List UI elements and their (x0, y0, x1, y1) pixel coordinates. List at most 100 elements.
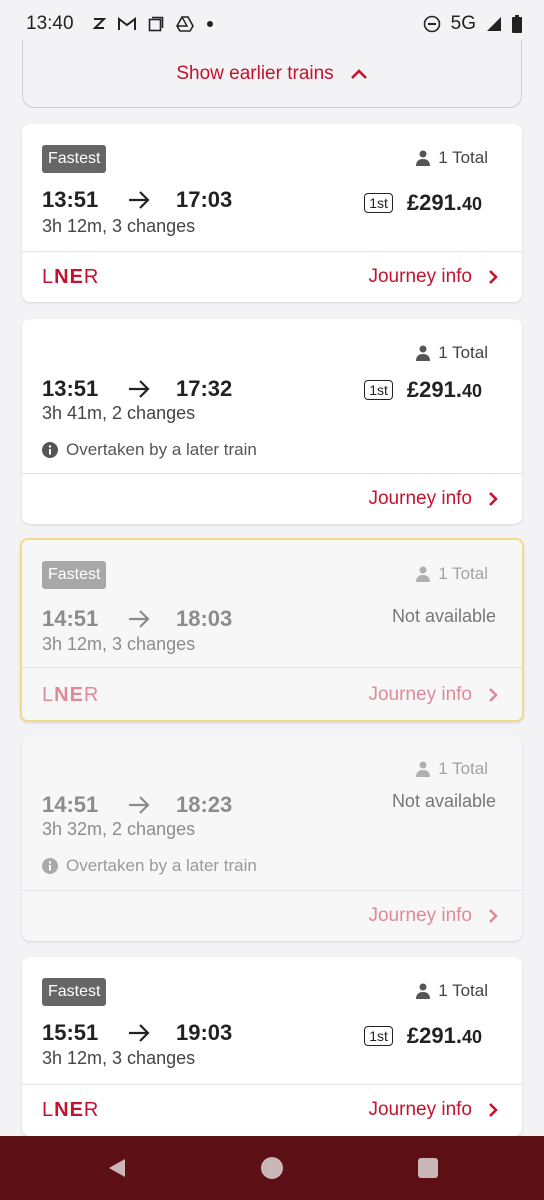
arrow-right-icon (129, 1024, 150, 1042)
passenger-count: 1 Total (416, 981, 488, 1001)
passenger-count: 1 Total (416, 343, 488, 363)
fare-class-badge: 1st (364, 1026, 393, 1046)
fare-class-badge: 1st (364, 193, 393, 213)
duration-changes: 3h 12m, 3 changes (42, 216, 196, 236)
arrival-time: 18:23 (176, 792, 233, 817)
journey-card[interactable]: 1 Total 14:51 18:23 3h 32m, 2 changes No… (22, 735, 522, 941)
dot-icon (206, 20, 214, 28)
arrival-time: 17:03 (176, 187, 233, 212)
fare-price: £291.40 (407, 377, 482, 403)
system-nav-bar (0, 1136, 544, 1200)
passenger-label: 1 Total (438, 564, 488, 583)
passenger-label: 1 Total (438, 148, 488, 167)
person-icon (416, 761, 431, 777)
passenger-count: 1 Total (416, 564, 488, 584)
arrival-time: 18:03 (176, 606, 233, 631)
operator-logo: LNER (42, 1099, 100, 1121)
chevron-right-icon (489, 1103, 498, 1117)
chevron-right-icon (489, 909, 498, 923)
fare-price: £291.40 (407, 190, 482, 216)
fare: 1st £291.40 (364, 190, 482, 216)
fare-class-badge: 1st (364, 380, 393, 400)
home-button[interactable] (242, 1136, 302, 1200)
passenger-label: 1 Total (438, 343, 488, 362)
passenger-count: 1 Total (416, 759, 488, 779)
info-icon (42, 442, 58, 458)
show-earlier-trains-button[interactable]: Show earlier trains (22, 40, 522, 108)
price-pounds: £291. (406, 1023, 462, 1048)
square-icon (148, 16, 164, 32)
journey-info-link[interactable]: Journey info (368, 1099, 498, 1121)
fastest-badge: Fastest (42, 978, 107, 1006)
arrow-right-icon (129, 610, 150, 628)
journey-info-label: Journey info (368, 684, 472, 705)
note-text: Overtaken by a later train (66, 440, 257, 459)
price-pence: 40 (461, 194, 482, 214)
drive-icon (175, 16, 194, 32)
price-pence: 40 (461, 1027, 482, 1047)
chevron-right-icon (489, 492, 498, 506)
divider (22, 1084, 522, 1085)
divider (22, 473, 522, 474)
overtaken-note: Overtaken by a later train (42, 440, 257, 460)
note-text: Overtaken by a later train (66, 856, 257, 875)
passenger-label: 1 Total (438, 981, 488, 1000)
arrival-time: 19:03 (176, 1020, 233, 1045)
journey-card[interactable]: Fastest 1 Total 14:51 18:03 3h 12m, 3 ch… (20, 538, 524, 722)
info-icon (42, 858, 58, 874)
recents-button[interactable] (398, 1136, 458, 1200)
chevron-right-icon (489, 688, 498, 702)
battery-icon (512, 15, 522, 33)
chevron-up-icon (350, 68, 367, 79)
overtaken-note: Overtaken by a later train (42, 856, 257, 876)
availability-status: Not available (391, 606, 496, 626)
arrival-time: 17:32 (176, 376, 233, 401)
divider (22, 251, 522, 252)
fastest-badge: Fastest (42, 145, 107, 173)
arrow-right-icon (129, 796, 150, 814)
journey-info-label: Journey info (368, 905, 472, 926)
duration-changes: 3h 32m, 2 changes (42, 819, 196, 839)
show-earlier-label: Show earlier trains (176, 62, 334, 84)
back-button[interactable] (86, 1136, 146, 1200)
do-not-disturb-icon (423, 15, 441, 33)
fastest-badge: Fastest (42, 561, 107, 589)
departure-time: 15:51 (42, 1020, 99, 1045)
operator-logo: LNER (42, 684, 100, 706)
journey-times: 14:51 18:03 (42, 606, 232, 632)
passenger-count: 1 Total (416, 148, 488, 168)
chevron-right-icon (489, 270, 498, 284)
signal-icon (486, 16, 502, 32)
duration-changes: 3h 12m, 3 changes (42, 1048, 196, 1068)
gmail-icon (117, 17, 136, 31)
fare: 1st £291.40 (364, 1023, 482, 1049)
journey-card[interactable]: 1 Total 13:51 17:32 3h 41m, 2 changes 1s… (22, 319, 522, 524)
departure-time: 13:51 (42, 187, 99, 212)
zeta-icon (92, 17, 106, 31)
fare-price: £291.40 (407, 1023, 482, 1049)
journey-card[interactable]: Fastest 1 Total 13:51 17:03 3h 12m, 3 ch… (22, 124, 522, 302)
departure-time: 14:51 (42, 792, 99, 817)
journey-info-label: Journey info (368, 1099, 472, 1120)
network-type: 5G (450, 13, 476, 34)
person-icon (416, 150, 431, 166)
duration-changes: 3h 12m, 3 changes (42, 634, 196, 654)
journey-info-link[interactable]: Journey info (368, 905, 498, 927)
journey-info-label: Journey info (368, 488, 472, 509)
journey-info-link[interactable]: Journey info (368, 488, 498, 510)
journey-info-link[interactable]: Journey info (368, 684, 498, 706)
back-icon (109, 1159, 125, 1177)
recents-icon (418, 1158, 438, 1178)
arrow-right-icon (129, 191, 150, 209)
journey-card[interactable]: Fastest 1 Total 15:51 19:03 3h 12m, 3 ch… (22, 957, 522, 1136)
divider (22, 667, 522, 668)
person-icon (416, 983, 431, 999)
duration-changes: 3h 41m, 2 changes (42, 403, 196, 423)
journey-times: 13:51 17:03 (42, 187, 232, 213)
journey-info-link[interactable]: Journey info (368, 266, 498, 288)
divider (22, 890, 522, 891)
departure-time: 14:51 (42, 606, 99, 631)
person-icon (416, 345, 431, 361)
passenger-label: 1 Total (438, 759, 488, 778)
person-icon (416, 566, 431, 582)
